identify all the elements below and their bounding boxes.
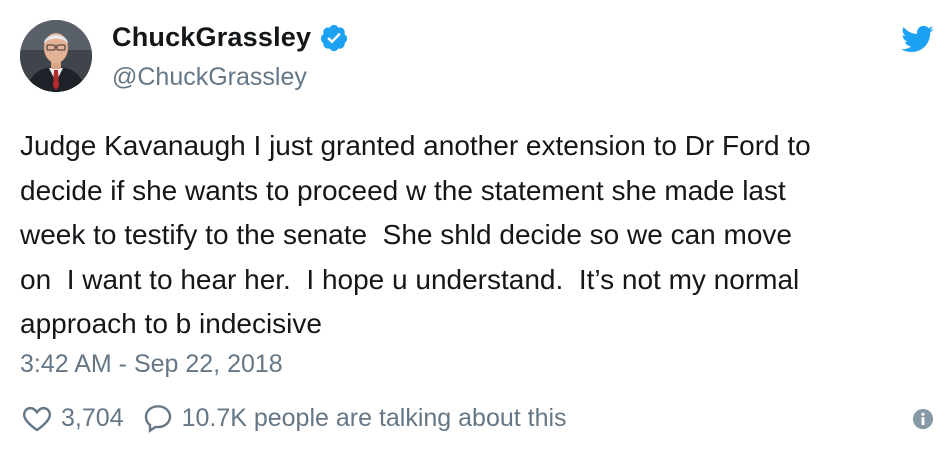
info-icon[interactable] bbox=[912, 408, 934, 430]
user-handle[interactable]: @ChuckGrassley bbox=[112, 63, 307, 92]
avatar[interactable] bbox=[20, 20, 92, 92]
heart-icon bbox=[23, 406, 51, 432]
like-count: 3,704 bbox=[61, 403, 124, 432]
verified-badge-icon bbox=[321, 24, 348, 51]
profile-photo-icon bbox=[20, 20, 92, 92]
tweet-text: Judge Kavanaugh I just granted another e… bbox=[20, 130, 811, 339]
like-button[interactable]: 3,704 bbox=[20, 402, 124, 434]
talking-link[interactable]: 10.7K people are talking about this bbox=[142, 402, 567, 434]
tweet-timestamp[interactable]: 3:42 AM - Sep 22, 2018 bbox=[20, 350, 283, 379]
tweet-actions: 3,704 10.7K people are talking about thi… bbox=[20, 402, 567, 434]
twitter-bird-icon[interactable] bbox=[900, 22, 934, 56]
display-name[interactable]: ChuckGrassley bbox=[112, 22, 311, 53]
speech-bubble-icon bbox=[144, 405, 171, 433]
user-name-row: ChuckGrassley bbox=[112, 22, 349, 53]
talking-text: 10.7K people are talking about this bbox=[181, 403, 567, 432]
